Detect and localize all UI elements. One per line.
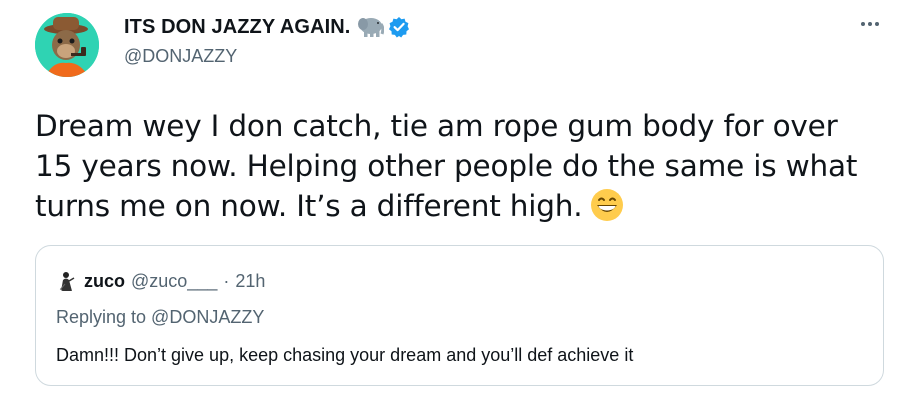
author-avatar[interactable] [35, 13, 99, 77]
quoted-author-avatar [56, 270, 78, 292]
grinning-face-emoji-icon [590, 188, 624, 222]
more-options-button[interactable] [852, 12, 888, 36]
quoted-author-name: zuco [84, 270, 126, 291]
figure-avatar-icon [56, 270, 78, 292]
quoted-author-handle: @zuco___ [131, 270, 218, 291]
author-display-name[interactable]: ITS DON JAZZY AGAIN. [124, 16, 350, 39]
more-dot-icon [861, 22, 865, 26]
quoted-separator: · [223, 270, 230, 291]
more-dot-icon [868, 22, 872, 26]
quoted-tweet-text: Damn!!! Don’t give up, keep chasing your… [56, 345, 634, 365]
quoted-tweet-header: zuco @zuco___ · 21h [56, 269, 265, 293]
tweet-text: Dream wey I don catch, tie am rope gum b… [35, 106, 875, 226]
quoted-timestamp: 21h [235, 270, 266, 291]
tweet-body: Dream wey I don catch, tie am rope gum b… [35, 109, 858, 223]
more-dot-icon [875, 22, 879, 26]
ape-avatar-icon [35, 13, 99, 77]
elephant-emoji-icon [356, 16, 385, 38]
verified-badge-icon [388, 16, 410, 38]
author-handle[interactable]: @DONJAZZY [124, 46, 237, 67]
quoted-tweet-card[interactable]: zuco @zuco___ · 21h Replying to @DONJAZZ… [35, 245, 884, 386]
author-name-row: ITS DON JAZZY AGAIN. [124, 15, 410, 39]
quoted-replying-to: Replying to @DONJAZZY [56, 307, 265, 327]
